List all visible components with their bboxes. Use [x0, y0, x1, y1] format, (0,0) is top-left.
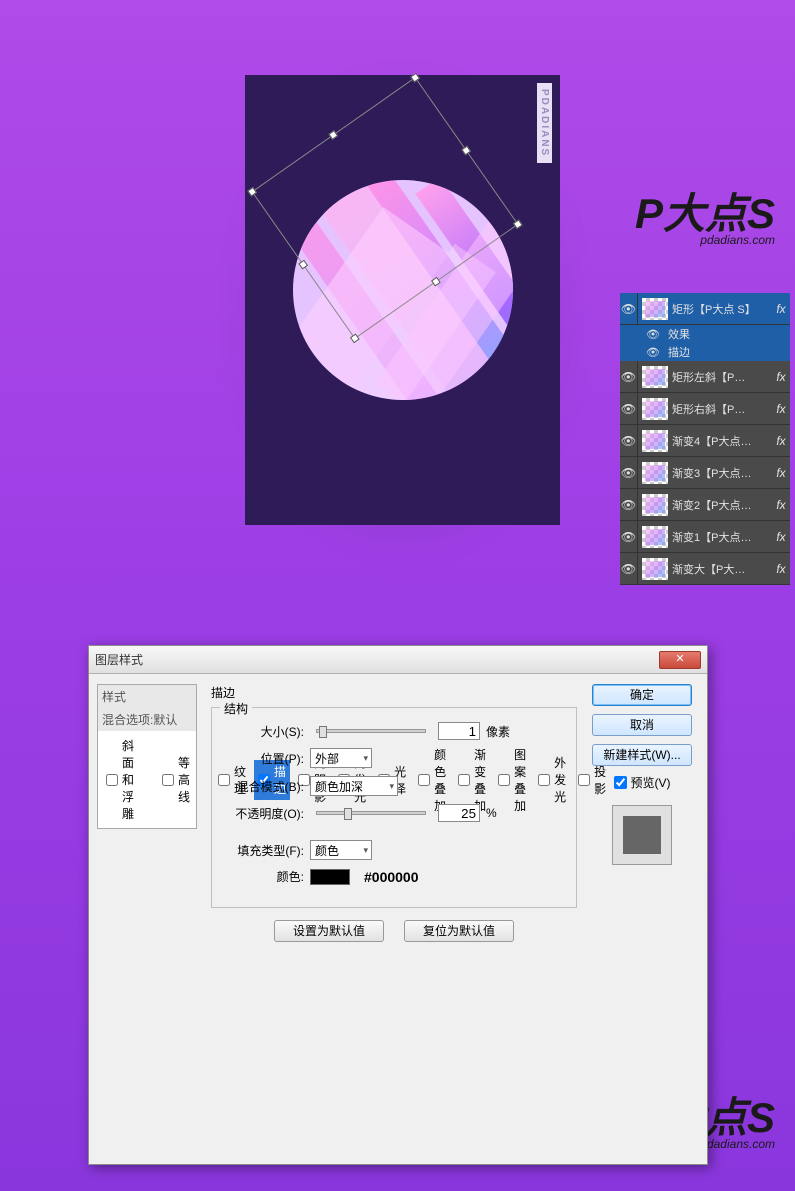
layer-label: 矩形右斜【P… — [672, 401, 772, 417]
layer-thumbnail[interactable] — [642, 494, 668, 516]
visibility-eye-icon[interactable]: 👁 — [620, 293, 638, 324]
layer-thumbnail[interactable] — [642, 398, 668, 420]
visibility-eye-icon[interactable]: 👁 — [620, 393, 638, 424]
layer-label: 渐变4【P大点… — [672, 433, 772, 449]
style-label: 等高线 — [178, 754, 190, 805]
layer-thumbnail[interactable] — [642, 366, 668, 388]
layer-row[interactable]: 👁 渐变3【P大点…fx — [620, 457, 790, 489]
settings-column: 描边 结构 大小(S): 像素 位置(P): 外部 混合模式(B): 颜色加深 — [197, 674, 587, 1164]
size-row: 大小(S): 像素 — [222, 722, 566, 740]
color-hex: #000000 — [364, 869, 419, 885]
layer-fx-icon[interactable]: fx — [772, 370, 790, 384]
fill-type-select[interactable]: 颜色 — [310, 840, 372, 860]
styles-list[interactable]: 样式 混合选项:默认 斜面和浮雕等高线纹理描边内阴影内发光光泽颜色叠加渐变叠加图… — [97, 684, 197, 829]
layer-row[interactable]: 👁 矩形右斜【P…fx — [620, 393, 790, 425]
opacity-label: 不透明度(O): — [222, 805, 304, 822]
position-select[interactable]: 外部 — [310, 748, 372, 768]
layer-label: 渐变2【P大点… — [672, 497, 772, 513]
preview-checkbox-row[interactable]: 预览(V) — [614, 774, 671, 791]
layer-row[interactable]: 👁 渐变2【P大点…fx — [620, 489, 790, 521]
set-default-button[interactable]: 设置为默认值 — [274, 920, 384, 942]
layer-thumbnail[interactable] — [642, 462, 668, 484]
size-input[interactable] — [438, 722, 480, 740]
layer-label: 矩形【P大点 S】 — [672, 301, 772, 317]
color-label: 颜色: — [222, 868, 304, 885]
reset-default-button[interactable]: 复位为默认值 — [404, 920, 514, 942]
layer-label: 渐变大【P大… — [672, 561, 772, 577]
preview-label: 预览(V) — [631, 774, 671, 791]
layer-thumbnail[interactable] — [642, 526, 668, 548]
style-checkbox[interactable] — [106, 774, 118, 786]
color-row: 颜色: #000000 — [222, 868, 566, 885]
visibility-eye-icon[interactable]: 👁 — [620, 361, 638, 392]
layer-style-dialog: 图层样式 ✕ 样式 混合选项:默认 斜面和浮雕等高线纹理描边内阴影内发光光泽颜色… — [88, 645, 708, 1165]
position-row: 位置(P): 外部 — [222, 748, 566, 768]
layer-fx-icon[interactable]: fx — [772, 434, 790, 448]
default-buttons-row: 设置为默认值 复位为默认值 — [211, 920, 577, 942]
size-slider[interactable] — [316, 729, 426, 733]
layer-fx-icon[interactable]: fx — [772, 402, 790, 416]
new-style-button[interactable]: 新建样式(W)... — [592, 744, 692, 766]
group-title: 结构 — [220, 700, 252, 717]
visibility-eye-icon[interactable]: 👁 — [620, 457, 638, 488]
fill-type-row: 填充类型(F): 颜色 — [222, 840, 566, 860]
layer-row-selected[interactable]: 👁 矩形【P大点 S】 fx — [620, 293, 790, 325]
opacity-unit: % — [486, 806, 497, 820]
opacity-input[interactable] — [438, 804, 480, 822]
position-label: 位置(P): — [222, 750, 304, 767]
layer-fx-icon[interactable]: fx — [772, 530, 790, 544]
preview-checkbox[interactable] — [614, 776, 627, 789]
opacity-slider[interactable] — [316, 811, 426, 815]
layer-thumbnail[interactable] — [642, 430, 668, 452]
blend-mode-row: 混合模式(B): 颜色加深 — [222, 776, 566, 796]
styles-header: 样式 — [98, 685, 196, 708]
layer-label: 渐变3【P大点… — [672, 465, 772, 481]
style-item[interactable]: 等高线 — [142, 751, 194, 808]
preview-box — [612, 805, 672, 865]
layer-row[interactable]: 👁 渐变大【P大…fx — [620, 553, 790, 585]
close-button[interactable]: ✕ — [659, 651, 701, 669]
ok-button[interactable]: 确定 — [592, 684, 692, 706]
layer-fx-icon[interactable]: fx — [772, 562, 790, 576]
poster-artwork: PDADIANS — [245, 75, 560, 525]
blend-mode-label: 混合模式(B): — [222, 778, 304, 795]
layer-thumbnail[interactable] — [642, 298, 668, 320]
visibility-eye-icon[interactable]: 👁 — [620, 489, 638, 520]
layers-panel[interactable]: 👁 矩形【P大点 S】 fx 👁效果 👁描边 👁矩形左斜【P…fx👁矩形右斜【P… — [620, 293, 790, 585]
fill-type-label: 填充类型(F): — [222, 842, 304, 859]
layer-effects-header[interactable]: 👁效果 — [620, 325, 790, 343]
layer-effect-stroke[interactable]: 👁描边 — [620, 343, 790, 361]
layer-fx-icon[interactable]: fx — [772, 302, 790, 316]
visibility-eye-icon[interactable]: 👁 — [620, 553, 638, 584]
blending-options-row[interactable]: 混合选项:默认 — [98, 708, 196, 731]
style-item[interactable]: 斜面和浮雕 — [102, 734, 138, 825]
layer-row[interactable]: 👁 渐变1【P大点…fx — [620, 521, 790, 553]
poster-brand-label: PDADIANS — [537, 83, 552, 163]
size-unit: 像素 — [486, 723, 510, 740]
layer-thumbnail[interactable] — [642, 558, 668, 580]
blend-mode-select[interactable]: 颜色加深 — [310, 776, 398, 796]
opacity-row: 不透明度(O): % — [222, 804, 566, 822]
visibility-eye-icon[interactable]: 👁 — [620, 521, 638, 552]
section-title: 描边 — [211, 684, 577, 701]
dialog-titlebar[interactable]: 图层样式 ✕ — [89, 646, 707, 674]
layer-label: 渐变1【P大点… — [672, 529, 772, 545]
visibility-eye-icon[interactable]: 👁 — [620, 425, 638, 456]
layer-label: 矩形左斜【P… — [672, 369, 772, 385]
watermark: P大点S pdadians.com — [635, 195, 775, 247]
styles-column: 样式 混合选项:默认 斜面和浮雕等高线纹理描边内阴影内发光光泽颜色叠加渐变叠加图… — [89, 674, 197, 1164]
dialog-title: 图层样式 — [95, 651, 659, 668]
layer-fx-icon[interactable]: fx — [772, 466, 790, 480]
dialog-buttons-column: 确定 取消 新建样式(W)... 预览(V) — [587, 674, 707, 1164]
size-label: 大小(S): — [222, 723, 304, 740]
color-swatch[interactable] — [310, 869, 350, 885]
style-label: 斜面和浮雕 — [122, 737, 134, 822]
layer-fx-icon[interactable]: fx — [772, 498, 790, 512]
circle-artwork — [293, 180, 513, 400]
cancel-button[interactable]: 取消 — [592, 714, 692, 736]
layer-row[interactable]: 👁 矩形左斜【P…fx — [620, 361, 790, 393]
structure-group: 结构 大小(S): 像素 位置(P): 外部 混合模式(B): 颜色加深 不透明… — [211, 707, 577, 908]
style-checkbox[interactable] — [162, 774, 174, 786]
layer-row[interactable]: 👁 渐变4【P大点…fx — [620, 425, 790, 457]
